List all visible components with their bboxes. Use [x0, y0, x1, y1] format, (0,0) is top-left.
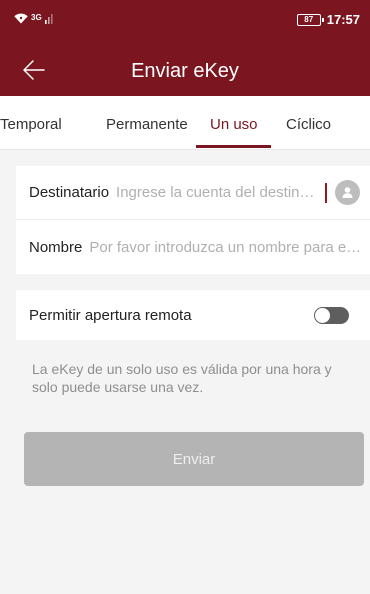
- recipient-input[interactable]: [116, 184, 319, 201]
- info-text: La eKey de un solo uso es válida por una…: [32, 361, 332, 395]
- recipient-form-card: Destinatario Nombre: [16, 166, 370, 274]
- tab-permanente[interactable]: Permanente: [106, 116, 188, 133]
- remote-unlock-card: Permitir apertura remota: [16, 290, 370, 340]
- status-right: 87 17:57: [296, 12, 360, 27]
- remote-unlock-toggle[interactable]: [314, 307, 349, 324]
- recipient-label: Destinatario: [29, 184, 110, 201]
- page-title: Enviar eKey: [131, 60, 239, 82]
- app-bar: Enviar eKey: [0, 46, 370, 96]
- remote-unlock-label: Permitir apertura remota: [29, 306, 192, 324]
- status-bar: 3G 87 17:57: [0, 0, 370, 46]
- text-cursor: [325, 182, 327, 203]
- name-row: Nombre: [16, 220, 370, 274]
- status-indicators: 3G: [14, 13, 54, 24]
- wifi-icon: [14, 13, 28, 24]
- tab-bar: Temporal Permanente Un uso Cíclico: [0, 96, 370, 150]
- network-type-label: 3G: [31, 13, 42, 22]
- clock: 17:57: [326, 12, 360, 27]
- tab-un-uso[interactable]: Un uso: [210, 116, 258, 133]
- active-tab-indicator: [196, 145, 271, 148]
- contact-picker-button[interactable]: [335, 180, 360, 205]
- name-input[interactable]: [89, 238, 364, 256]
- tab-temporal[interactable]: Temporal: [0, 116, 62, 133]
- recipient-row: Destinatario: [16, 166, 370, 220]
- name-label: Nombre: [29, 238, 83, 256]
- tab-ciclico[interactable]: Cíclico: [286, 116, 331, 133]
- toggle-knob: [315, 308, 330, 323]
- person-icon: [342, 187, 353, 198]
- signal-icon: [44, 14, 53, 24]
- battery-icon: 87: [296, 13, 324, 26]
- send-button[interactable]: Enviar: [24, 432, 364, 486]
